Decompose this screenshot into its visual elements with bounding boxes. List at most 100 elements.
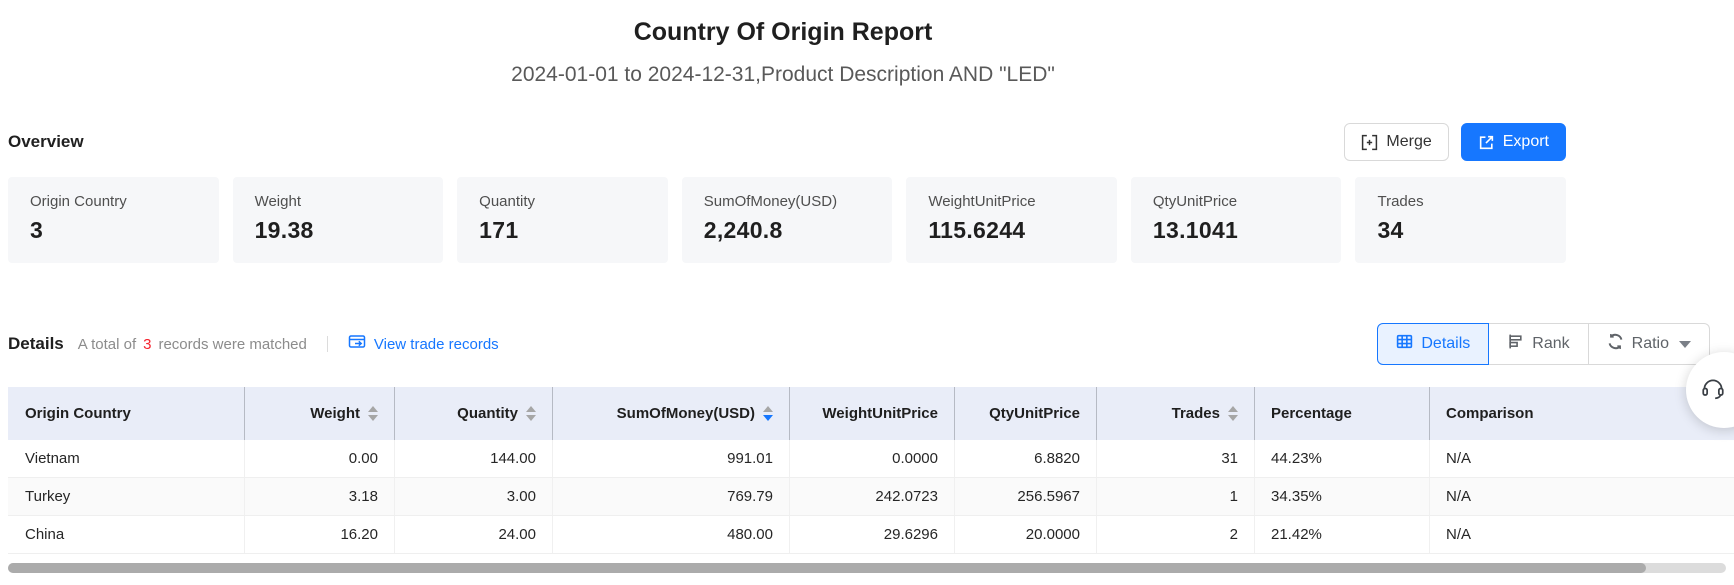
cell-weight-unit-price: 0.0000 [790,440,955,477]
stat-card-qty-unit-price: QtyUnitPrice 13.1041 [1131,177,1342,263]
column-header-weight[interactable]: Weight [245,387,395,440]
stat-card-weight-unit-price: WeightUnitPrice 115.6244 [906,177,1117,263]
column-header-weight-unit-price: WeightUnitPrice [790,387,955,440]
stat-label: Quantity [479,193,646,210]
cell-quantity: 3.00 [395,478,553,515]
table-row-china: China 16.20 24.00 480.00 29.6296 20.0000… [8,516,1734,554]
cell-percentage: 44.23% [1255,440,1430,477]
stat-label: QtyUnitPrice [1153,193,1320,210]
stat-value: 171 [479,217,646,244]
export-icon [1478,134,1495,151]
export-button[interactable]: Export [1461,123,1566,161]
column-label: Percentage [1271,405,1352,422]
match-suffix: records were matched [158,336,306,353]
column-label: Origin Country [25,405,131,422]
match-count: 3 [143,336,151,353]
cell-weight: 3.18 [245,478,395,515]
cell-sum-of-money: 480.00 [553,516,790,553]
stat-value: 13.1041 [1153,217,1320,244]
cell-quantity: 24.00 [395,516,553,553]
column-header-sum-of-money[interactable]: SumOfMoney(USD) [553,387,790,440]
table-body: Vietnam 0.00 144.00 991.01 0.0000 6.8820… [8,440,1734,554]
details-bar: Details A total of3records were matched … [8,323,1710,365]
page-subtitle: 2024-01-01 to 2024-12-31,Product Descrip… [0,63,1566,87]
stat-label: Trades [1377,193,1544,210]
tab-rank[interactable]: Rank [1489,323,1588,365]
details-section-title: Details [8,334,64,354]
cell-qty-unit-price: 20.0000 [955,516,1097,553]
cell-origin-country: China [8,516,245,553]
cell-percentage: 34.35% [1255,478,1430,515]
cell-weight-unit-price: 242.0723 [790,478,955,515]
column-header-trades[interactable]: Trades [1097,387,1255,440]
trade-records-icon [348,334,366,354]
cell-trades: 2 [1097,516,1255,553]
tab-details[interactable]: Details [1377,323,1489,365]
stat-card-trades: Trades 34 [1355,177,1566,263]
stat-card-origin-country: Origin Country 3 [8,177,219,263]
cell-trades: 1 [1097,478,1255,515]
stat-card-sum-of-money: SumOfMoney(USD) 2,240.8 [682,177,893,263]
stat-value: 34 [1377,217,1544,244]
headset-icon [1700,375,1726,406]
view-mode-switcher: Details Rank Ratio [1377,323,1710,365]
stat-label: Origin Country [30,193,197,210]
match-summary: A total of 3 records were matched [78,336,307,353]
table-header-row: Origin Country Weight Quantity SumOfMone… [8,387,1734,440]
cell-origin-country: Vietnam [8,440,245,477]
cell-weight: 16.20 [245,516,395,553]
cell-comparison: N/A [1430,516,1734,553]
column-label: QtyUnitPrice [989,405,1080,422]
overview-cards: Origin Country 3 Weight 19.38 Quantity 1… [8,177,1566,263]
cell-origin-country: Turkey [8,478,245,515]
merge-cells-icon [1361,134,1378,151]
stat-label: Weight [255,193,422,210]
cell-percentage: 21.42% [1255,516,1430,553]
ratio-sync-icon [1607,333,1624,355]
stat-value: 115.6244 [928,217,1095,244]
cell-weight: 0.00 [245,440,395,477]
column-label: WeightUnitPrice [822,405,938,422]
cell-comparison: N/A [1430,478,1734,515]
overview-section-title: Overview [8,132,84,152]
stat-value: 3 [30,217,197,244]
horizontal-scrollbar-track[interactable] [8,563,1726,573]
match-prefix: A total of [78,336,136,353]
column-label: Trades [1172,405,1220,422]
stat-value: 19.38 [255,217,422,244]
table-row-turkey: Turkey 3.18 3.00 769.79 242.0723 256.596… [8,478,1734,516]
sort-control[interactable] [526,406,536,421]
cell-sum-of-money: 991.01 [553,440,790,477]
stat-card-weight: Weight 19.38 [233,177,444,263]
table-icon [1396,333,1413,355]
column-header-quantity[interactable]: Quantity [395,387,553,440]
cell-trades: 31 [1097,440,1255,477]
cell-qty-unit-price: 6.8820 [955,440,1097,477]
rank-bars-icon [1507,333,1524,355]
view-trade-records-link[interactable]: View trade records [348,334,499,354]
chevron-down-icon [1679,341,1691,348]
merge-button[interactable]: Merge [1344,123,1448,161]
sort-control[interactable] [1228,406,1238,421]
stat-label: WeightUnitPrice [928,193,1095,210]
tab-rank-label: Rank [1532,335,1569,353]
export-button-label: Export [1503,133,1549,151]
tab-ratio-label: Ratio [1632,335,1669,353]
horizontal-scrollbar-thumb[interactable] [8,563,1646,573]
tab-ratio[interactable]: Ratio [1589,323,1710,365]
stat-card-quantity: Quantity 171 [457,177,668,263]
cell-weight-unit-price: 29.6296 [790,516,955,553]
details-table: Origin Country Weight Quantity SumOfMone… [8,387,1734,554]
stat-label: SumOfMoney(USD) [704,193,871,210]
cell-sum-of-money: 769.79 [553,478,790,515]
table-row-vietnam: Vietnam 0.00 144.00 991.01 0.0000 6.8820… [8,440,1734,478]
sort-control-active-desc[interactable] [763,406,773,421]
overview-bar: Overview Merge Export [8,123,1566,161]
toolbar: Merge Export [1344,123,1566,161]
column-header-qty-unit-price: QtyUnitPrice [955,387,1097,440]
column-label: Comparison [1446,405,1534,422]
column-header-percentage: Percentage [1255,387,1430,440]
vertical-divider [327,336,328,352]
column-header-origin-country: Origin Country [8,387,245,440]
sort-control[interactable] [368,406,378,421]
